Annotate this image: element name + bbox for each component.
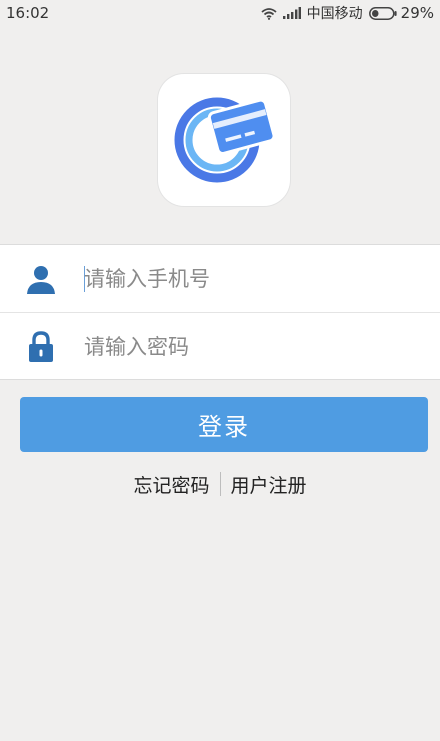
password-field-row[interactable] [0,313,440,380]
phone-input[interactable] [84,258,414,299]
status-time: 16:02 [6,4,50,22]
carrier-name: 中国移动 [306,6,363,22]
lock-icon [24,330,58,364]
battery-icon [368,6,397,20]
login-button[interactable]: 登录 [20,397,428,452]
status-bar: 16:02 中国移动 29% [0,0,440,26]
link-separator [219,472,221,496]
user-icon [24,262,58,296]
status-indicators: 中国移动 29% [261,3,434,23]
password-input[interactable] [84,326,414,367]
register-link[interactable]: 用户注册 [231,471,307,498]
login-form [0,244,440,380]
auth-links: 忘记密码 用户注册 [0,470,440,498]
forgot-password-link[interactable]: 忘记密码 [133,471,209,498]
card-payment-logo-icon [171,92,277,188]
app-logo [158,74,290,206]
battery-percent: 29% [400,4,434,22]
cell-signal-icon [282,7,301,19]
phone-field-row[interactable] [0,245,440,312]
wifi-icon [261,7,277,20]
battery: 29% [368,4,434,22]
